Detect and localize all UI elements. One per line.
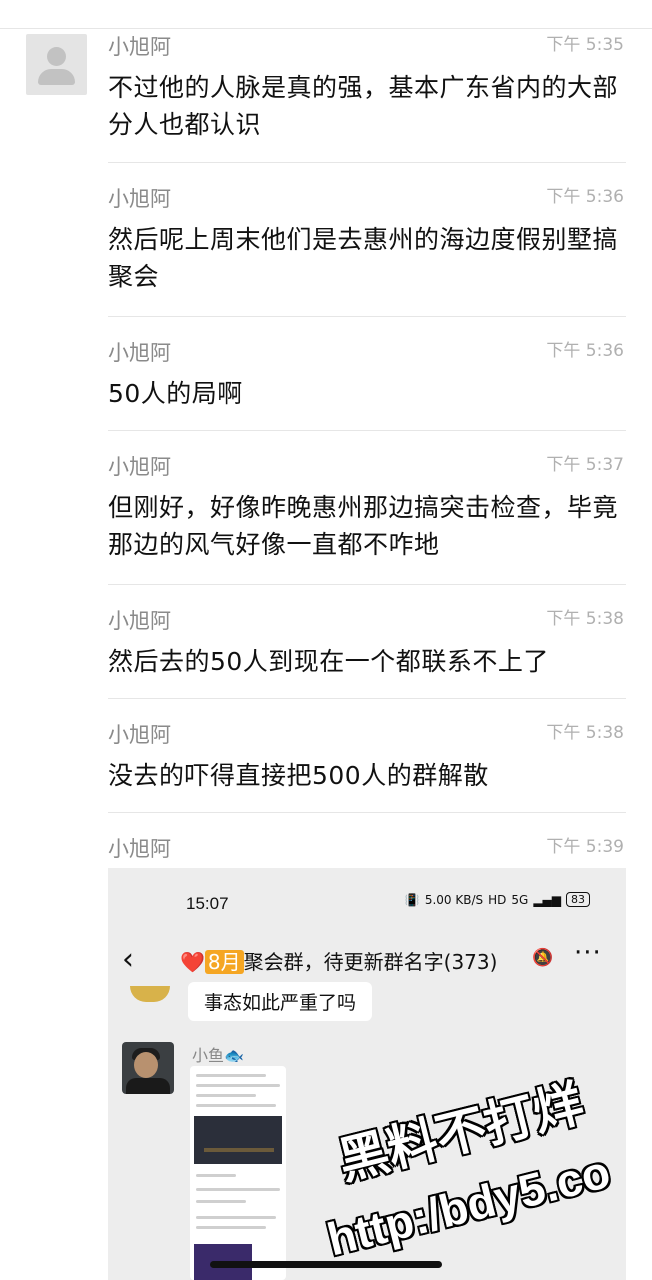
top-divider: [0, 28, 652, 29]
divider: [108, 316, 626, 317]
avatar: [130, 986, 170, 1002]
status-icons: 📳 5.00 KB/S HD 5G ▂▄▆ 83: [405, 892, 590, 907]
chat-title: ❤️ 8月 聚会群，待更新群名字(373): [180, 946, 497, 975]
vibrate-icon: 📳: [404, 892, 420, 907]
message-text: 然后呢上周末他们是去惠州的海边度假别墅搞聚会: [108, 225, 619, 291]
message-item[interactable]: 小旭阿 下午 5:38 然后去的50人到现在一个都联系不上了: [108, 608, 626, 680]
message-text: 但刚好，好像昨晚惠州那边搞突击检查，毕竟那边的风气好像一直都不咋地: [108, 493, 619, 559]
home-indicator[interactable]: [210, 1261, 442, 1268]
default-avatar-icon[interactable]: [26, 34, 87, 95]
watermark: 黑料不打烊 http:/bdy5.co: [322, 1074, 652, 1280]
message-time: 下午 5:38: [546, 609, 624, 629]
chat-bubble: 事态如此严重了吗: [188, 982, 373, 1021]
message-time: 下午 5:36: [546, 187, 624, 207]
more-dots-icon: ···: [574, 938, 602, 968]
message-text: 不过他的人脉是真的强，基本广东省内的大部分人也都认识: [108, 73, 619, 139]
message-time: 下午 5:38: [546, 723, 624, 743]
message-item[interactable]: 小旭阿 下午 5:36 50人的局啊: [108, 340, 626, 412]
message-time: 下午 5:37: [546, 455, 624, 475]
status-time: 15:07: [186, 894, 229, 913]
fish-icon: 🐟: [224, 1046, 244, 1065]
message-time: 下午 5:35: [546, 35, 624, 55]
image-thumbnail: [190, 1066, 286, 1280]
divider: [108, 162, 626, 163]
message-time: 下午 5:36: [546, 341, 624, 361]
message-text: 没去的吓得直接把500人的群解散: [108, 761, 489, 790]
signal-bars-icon: ▂▄▆: [533, 892, 561, 907]
back-arrow-icon: ‹: [122, 942, 134, 977]
battery-icon: 83: [566, 892, 590, 907]
divider: [108, 584, 626, 585]
divider: [108, 698, 626, 699]
message-time: 下午 5:39: [546, 837, 624, 857]
chat-title-text: 聚会群，待更新群名字(373): [243, 950, 498, 974]
month-badge: 8月: [204, 950, 244, 974]
mute-bell-icon: 🔕: [532, 948, 554, 968]
message-item[interactable]: 小旭阿 下午 5:39: [108, 836, 626, 862]
hd-badge: HD: [488, 892, 507, 907]
signal-label: 5G: [511, 892, 529, 907]
avatar: [122, 1042, 174, 1094]
message-item[interactable]: 小旭阿 下午 5:36 然后呢上周末他们是去惠州的海边度假别墅搞聚会: [108, 186, 626, 295]
divider: [108, 812, 626, 813]
message-text: 然后去的50人到现在一个都联系不上了: [108, 647, 549, 676]
sender-name: 小鱼🐟: [192, 1046, 244, 1065]
net-speed: 5.00 KB/S: [424, 892, 484, 907]
message-item[interactable]: 小旭阿 下午 5:37 但刚好，好像昨晚惠州那边搞突击检查，毕竟那边的风气好像一…: [108, 454, 626, 563]
heart-icon: ❤️: [180, 950, 205, 974]
message-text: 50人的局啊: [108, 379, 243, 408]
divider: [108, 430, 626, 431]
message-item[interactable]: 小旭阿 下午 5:38 没去的吓得直接把500人的群解散: [108, 722, 626, 794]
message-item[interactable]: 小旭阿 下午 5:35 不过他的人脉是真的强，基本广东省内的大部分人也都认识: [108, 34, 626, 143]
